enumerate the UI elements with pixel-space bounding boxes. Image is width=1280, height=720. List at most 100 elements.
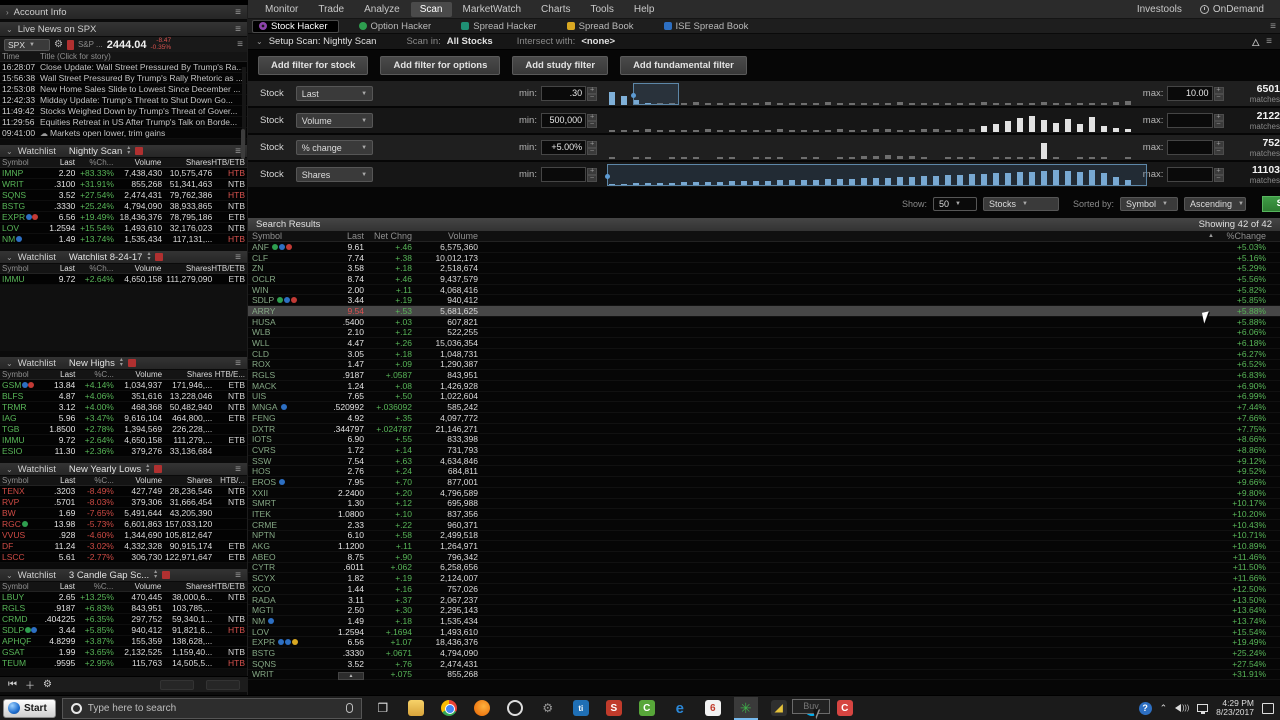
table-row[interactable]: UIS 7.65 +.50 1,022,604 +6.99% [248, 391, 1280, 403]
table-row[interactable]: SCYX 1.82 +.19 2,124,007 +11.66% [248, 573, 1280, 584]
table-row[interactable]: NM 1.49 +.18 1,535,434 +13.74% [248, 616, 1280, 627]
watchlist-name[interactable]: Watchlist 8-24-17 [69, 252, 143, 263]
table-row[interactable]: RADA 3.11 +.37 2,067,237 +13.50% [248, 595, 1280, 606]
watchlist-row[interactable]: TEUM .9595 +2.95% 115,763 14,505,5... HT… [0, 658, 247, 669]
tray-clock[interactable]: 4:29 PM 8/23/2017 [1216, 699, 1254, 717]
table-row[interactable]: ANF 9.61 +.46 6,575,360 +5.03% [248, 242, 1280, 253]
charting-app-icon[interactable]: ◢ [767, 697, 791, 720]
table-row[interactable]: ITEK 1.0800 +.10 837,356 +10.20% [248, 509, 1280, 520]
table-row[interactable]: BSTG .3330 +.0671 4,794,090 +25.24% [248, 648, 1280, 659]
news-item[interactable]: 16:28:07 Close Update: Wall Street Press… [0, 62, 247, 73]
news-col-title[interactable]: Title (Click for story) [40, 52, 111, 61]
sidebar-button[interactable] [206, 679, 240, 690]
stepper[interactable]: ＋－ [587, 167, 598, 182]
watchlist-name[interactable]: New Yearly Lows [69, 464, 141, 475]
watchlist-row[interactable]: GSM 13.84 +4.14% 1,034,937 171,946,... E… [0, 380, 247, 391]
table-row[interactable]: SSW 7.54 +.63 4,634,846 +9.12% [248, 456, 1280, 467]
watchlist-row[interactable]: LOV 1.2594 +15.54% 1,493,610 32,176,023 … [0, 223, 247, 234]
distribution-histogram[interactable] [607, 110, 1133, 132]
news-scrollbar[interactable] [241, 67, 246, 159]
news-col-time[interactable]: Time [2, 52, 40, 61]
table-row[interactable]: MACK 1.24 +.08 1,426,928 +6.90% [248, 381, 1280, 392]
stepper[interactable]: ＋－ [1213, 86, 1224, 101]
spinner-icon[interactable]: ▴ ▾ [120, 357, 123, 368]
table-row[interactable]: CLD 3.05 +.18 1,048,731 +6.27% [248, 349, 1280, 360]
watchlist-row[interactable]: IMMU 9.72 +2.64% 4,650,158 111,279,090 E… [0, 274, 247, 285]
table-row[interactable]: CVRS 1.72 +.14 731,793 +8.86% [248, 445, 1280, 456]
scan-in-value[interactable]: All Stocks [447, 36, 493, 47]
news-item[interactable]: 09:41:00 ☁ Markets open lower, trim gain… [0, 128, 247, 139]
table-row[interactable]: WLB 2.10 +.12 522,255 +6.06% [248, 327, 1280, 339]
symbol-selector[interactable]: SPX ▼ [4, 38, 50, 51]
tab[interactable]: ISE Spread Book [658, 20, 759, 33]
max-input[interactable]: 10.00 [1167, 86, 1213, 101]
spinner-icon[interactable]: ▴ ▾ [146, 463, 149, 474]
menu-item[interactable]: Trade [309, 2, 353, 17]
sort-direction-dropdown[interactable]: Ascending ▼ [1184, 197, 1246, 211]
table-row[interactable]: RGLS .9187 +.0587 843,951 +6.83% [248, 370, 1280, 381]
col-net-chng[interactable]: Net Chng [364, 231, 412, 241]
add-filter-button[interactable]: Add filter for stock [258, 56, 369, 75]
max-input[interactable] [1167, 167, 1213, 182]
histogram-selection[interactable] [631, 82, 680, 105]
gadget-menu-icon[interactable]: ≡ [235, 358, 241, 369]
table-row[interactable]: CRME 2.33 +.22 960,371 +10.43% [248, 520, 1280, 531]
watchlist-row[interactable]: TRMR 3.12 +4.00% 468,368 50,482,940 NTB [0, 402, 247, 413]
stepper[interactable]: ＋－ [1213, 167, 1224, 182]
stepper[interactable]: ＋－ [587, 86, 598, 101]
collapse-arrow-icon[interactable]: ⌄ [6, 253, 13, 262]
news-item[interactable]: 11:29:56 Equities Retreat in US After Tr… [0, 117, 247, 128]
menu-item[interactable]: Tools [581, 2, 622, 17]
distribution-histogram[interactable] [607, 82, 1133, 105]
watchlist-name[interactable]: New Highs [69, 358, 115, 369]
tab[interactable]: Option Hacker [353, 20, 442, 33]
menu-item[interactable]: Scan [410, 1, 452, 17]
intersect-value[interactable]: <none> [581, 36, 615, 47]
col-pct-change[interactable]: %Change [1214, 231, 1266, 241]
microphone-icon[interactable] [345, 703, 353, 713]
file-explorer-icon[interactable] [404, 697, 428, 720]
red-glyph-app-icon[interactable]: 6 [701, 697, 725, 720]
add-filter-button[interactable]: Add filter for options [380, 56, 501, 75]
collapse-arrow-icon[interactable]: ⌄ [6, 465, 13, 474]
table-row[interactable]: IOTS 6.90 +.55 833,398 +8.66% [248, 434, 1280, 446]
gear-icon[interactable]: ⚙ [54, 39, 63, 50]
notification-center-icon[interactable] [1262, 702, 1274, 714]
news-item[interactable]: 15:56:38 Wall Street Pressured By Trump'… [0, 73, 247, 84]
table-row[interactable]: LOV 1.2594 +.1694 1,493,610 +15.54% [248, 627, 1280, 638]
account-info-header[interactable]: › Account Info ≡ [0, 5, 247, 20]
flame-icon[interactable]: 🜂 [1251, 31, 1260, 52]
sidebar-button[interactable] [160, 679, 194, 690]
collapse-arrow-icon[interactable]: ⌄ [256, 37, 263, 46]
watchlist-row[interactable]: LSCC 5.61 -2.77% 306,730 122,971,647 ETB [0, 552, 247, 563]
sort-field-dropdown[interactable]: Symbol ▼ [1120, 197, 1178, 211]
gadget-menu-icon[interactable]: ≡ [235, 24, 241, 35]
table-row[interactable]: ABEO 8.75 +.90 796,342 +11.46% [248, 552, 1280, 563]
gadget-menu-icon[interactable]: ≡ [235, 252, 241, 263]
table-row[interactable]: NPTN 6.10 +.58 2,499,518 +10.71% [248, 530, 1280, 542]
gadget-menu-icon[interactable]: ≡ [235, 464, 241, 475]
table-row[interactable]: WRIT ▲ +.075 855,268 +31.91% [248, 669, 1280, 681]
table-row[interactable]: WLL 4.47 +.26 15,036,354 +6.18% [248, 338, 1280, 349]
menu-item[interactable]: Monitor [256, 2, 307, 17]
watchlist-row[interactable]: SDLP 3.44 +5.85% 940,412 91,821,6... HTB [0, 625, 247, 636]
trade-ideas-icon[interactable]: ti [569, 697, 593, 720]
green-c-app-icon[interactable]: C [635, 697, 659, 720]
watchlist-row[interactable]: TGB 1.8500 +2.78% 1,394,569 226,228,... [0, 424, 247, 435]
watchlist-row[interactable]: WRIT .3100 +31.91% 855,268 51,341,463 NT… [0, 179, 247, 190]
watchlist-header[interactable]: ⌄ Watchlist New Highs ▴ ▾ ≡ [0, 357, 247, 370]
watchlist-row[interactable]: IMNP 2.20 +83.33% 7,438,430 10,575,476 H… [0, 168, 247, 179]
collapse-arrow-icon[interactable]: ⌄ [6, 359, 13, 368]
watchlist-row[interactable]: BW 1.69 -7.65% 5,491,644 43,205,390 [0, 508, 247, 519]
table-row[interactable]: HOS 2.76 +.24 684,811 +9.52% [248, 466, 1280, 478]
min-input[interactable]: 500,000 [540, 113, 587, 128]
spinner-icon[interactable]: ▴ ▾ [154, 569, 157, 580]
watchlist-row[interactable]: CRMD .404225 +6.35% 297,752 59,340,1... … [0, 614, 247, 625]
spinner-icon[interactable]: ▴ ▾ [127, 145, 130, 156]
table-row[interactable]: SQNS 3.52 +.76 2,474,431 +27.54% [248, 659, 1280, 670]
tab[interactable]: Stock Hacker [252, 19, 339, 33]
tab[interactable]: Spread Book [561, 20, 644, 33]
watchlist-header[interactable]: ⌄ Watchlist Watchlist 8-24-17 ▴ ▾ ≡ [0, 251, 247, 264]
add-filter-button[interactable]: Add fundamental filter [620, 56, 747, 75]
taskbar-search[interactable]: Type here to search [61, 697, 362, 719]
